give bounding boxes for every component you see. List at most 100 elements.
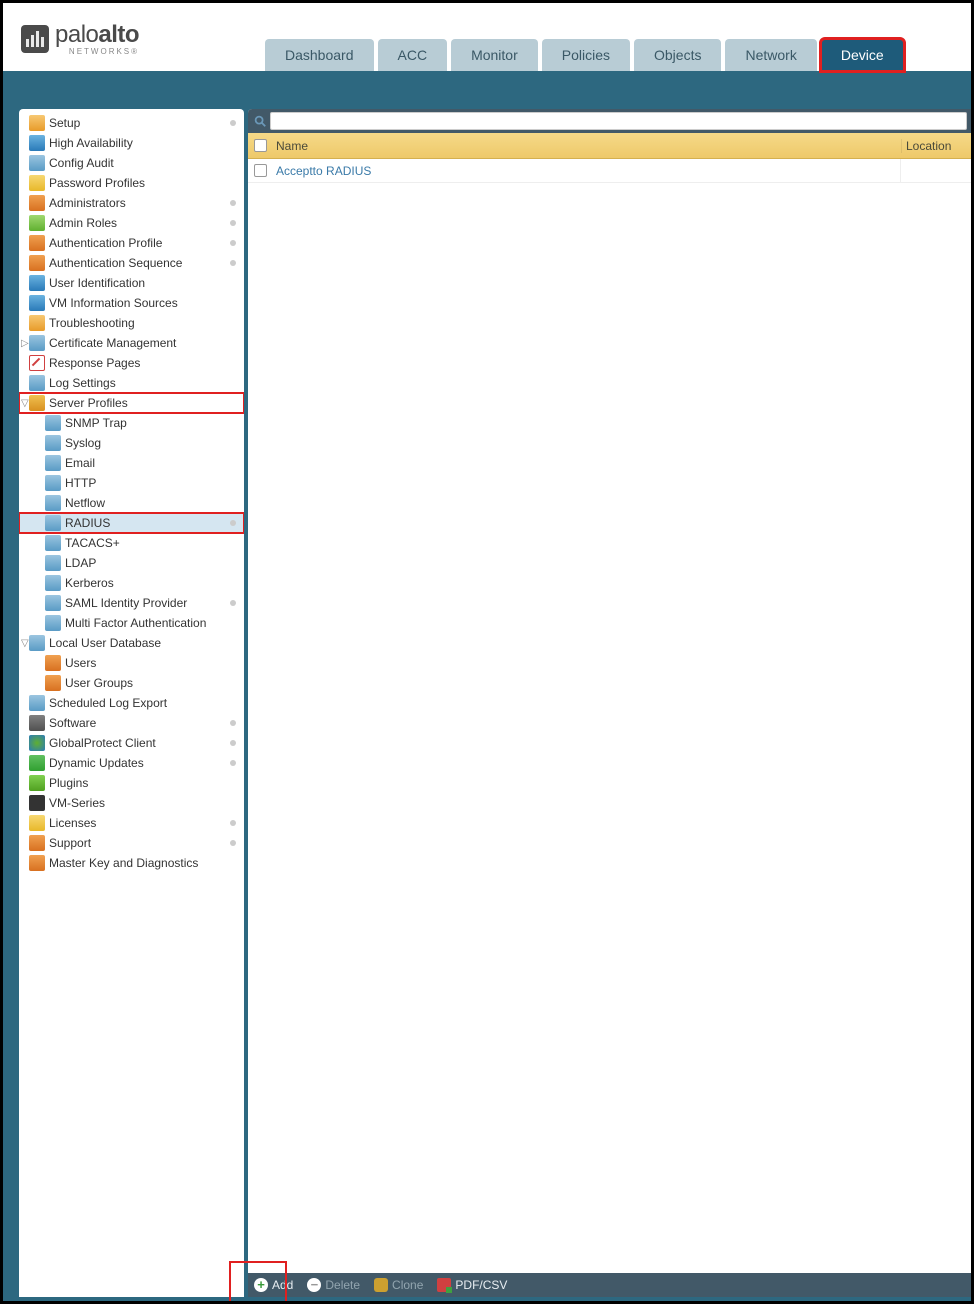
status-dot-icon xyxy=(230,240,236,246)
nav-item-admin-roles[interactable]: Admin Roles xyxy=(19,213,244,233)
column-header-location[interactable]: Location xyxy=(901,139,971,153)
nav-item-config-audit[interactable]: Config Audit xyxy=(19,153,244,173)
pdf-csv-label: PDF/CSV xyxy=(455,1278,507,1292)
nav-item-label: Server Profiles xyxy=(49,396,238,410)
column-header-name[interactable]: Name xyxy=(272,139,901,153)
clone-button[interactable]: Clone xyxy=(372,1277,425,1293)
server-icon xyxy=(29,395,45,411)
select-all-checkbox[interactable] xyxy=(254,139,267,152)
nav-item-saml-identity-provider[interactable]: SAML Identity Provider xyxy=(19,593,244,613)
nav-item-support[interactable]: Support xyxy=(19,833,244,853)
tab-policies[interactable]: Policies xyxy=(542,39,630,71)
nav-item-vm-information-sources[interactable]: VM Information Sources xyxy=(19,293,244,313)
auth-icon xyxy=(29,235,45,251)
nav-item-troubleshooting[interactable]: Troubleshooting xyxy=(19,313,244,333)
nav-item-server-profiles[interactable]: ▽ Server Profiles xyxy=(19,393,244,413)
delete-button[interactable]: Delete xyxy=(305,1277,362,1293)
sub-icon xyxy=(45,575,61,591)
soft-icon xyxy=(29,715,45,731)
nav-item-label: Master Key and Diagnostics xyxy=(49,856,238,870)
nav-item-kerberos[interactable]: Kerberos xyxy=(19,573,244,593)
users2-icon xyxy=(45,675,61,691)
nav-item-email[interactable]: Email xyxy=(19,453,244,473)
nav-item-high-availability[interactable]: High Availability xyxy=(19,133,244,153)
tab-device[interactable]: Device xyxy=(821,39,904,71)
db-icon xyxy=(29,635,45,651)
nav-item-scheduled-log-export[interactable]: Scheduled Log Export xyxy=(19,693,244,713)
pdf-csv-button[interactable]: PDF/CSV xyxy=(435,1277,509,1293)
nav-item-certificate-management[interactable]: ▷Certificate Management xyxy=(19,333,244,353)
header-checkbox-cell[interactable] xyxy=(248,139,272,152)
nav-item-password-profiles[interactable]: Password Profiles xyxy=(19,173,244,193)
sub-icon xyxy=(45,475,61,491)
nav-item-response-pages[interactable]: Response Pages xyxy=(19,353,244,373)
nav-item-label: Users xyxy=(65,656,238,670)
status-dot-icon xyxy=(230,120,236,126)
nav-item-label: Password Profiles xyxy=(49,176,238,190)
nav-item-label: VM Information Sources xyxy=(49,296,238,310)
tab-network[interactable]: Network xyxy=(725,39,816,71)
nav-item-authentication-profile[interactable]: Authentication Profile xyxy=(19,233,244,253)
add-button[interactable]: Add xyxy=(252,1277,295,1293)
nav-item-licenses[interactable]: Licenses xyxy=(19,813,244,833)
sched-icon xyxy=(29,695,45,711)
tab-acc[interactable]: ACC xyxy=(378,39,448,71)
nav-item-multi-factor-authentication[interactable]: Multi Factor Authentication xyxy=(19,613,244,633)
nav-item-label: Troubleshooting xyxy=(49,316,238,330)
globe-icon xyxy=(29,735,45,751)
nav-item-dynamic-updates[interactable]: Dynamic Updates xyxy=(19,753,244,773)
table-row[interactable]: Acceptto RADIUS xyxy=(248,159,971,183)
vm-icon xyxy=(29,295,45,311)
nav-item-label: Dynamic Updates xyxy=(49,756,238,770)
nav-item-vm-series[interactable]: VM-Series xyxy=(19,793,244,813)
nav-item-setup[interactable]: Setup xyxy=(19,113,244,133)
search-input[interactable] xyxy=(270,112,967,130)
nav-item-master-key-and-diagnostics[interactable]: Master Key and Diagnostics xyxy=(19,853,244,873)
row-checkbox[interactable] xyxy=(254,164,267,177)
nav-item-user-groups[interactable]: User Groups xyxy=(19,673,244,693)
trouble-icon xyxy=(29,315,45,331)
nav-item-netflow[interactable]: Netflow xyxy=(19,493,244,513)
status-dot-icon xyxy=(230,820,236,826)
expand-icon[interactable]: ▷ xyxy=(21,338,29,349)
expand-icon[interactable]: ▽ xyxy=(21,638,29,649)
row-checkbox-cell[interactable] xyxy=(248,164,272,177)
nav-item-radius[interactable]: RADIUS xyxy=(19,513,244,533)
nav-item-user-identification[interactable]: User Identification xyxy=(19,273,244,293)
nav-item-label: SNMP Trap xyxy=(65,416,238,430)
nav-item-http[interactable]: HTTP xyxy=(19,473,244,493)
nav-item-ldap[interactable]: LDAP xyxy=(19,553,244,573)
tab-dashboard[interactable]: Dashboard xyxy=(265,39,374,71)
sub-icon xyxy=(45,535,61,551)
nav-tree: Setup High AvailabilityConfig Audit Passwo… xyxy=(19,109,244,877)
seq-icon xyxy=(29,255,45,271)
tab-objects[interactable]: Objects xyxy=(634,39,721,71)
nav-item-label: User Groups xyxy=(65,676,238,690)
nav-item-snmp-trap[interactable]: SNMP Trap xyxy=(19,413,244,433)
row-name-link[interactable]: Acceptto RADIUS xyxy=(272,159,901,182)
tab-monitor[interactable]: Monitor xyxy=(451,39,538,71)
nav-item-label: Setup xyxy=(49,116,238,130)
nav-item-administrators[interactable]: Administrators xyxy=(19,193,244,213)
nav-item-log-settings[interactable]: Log Settings xyxy=(19,373,244,393)
sub-icon xyxy=(45,555,61,571)
status-dot-icon xyxy=(230,220,236,226)
search-bar xyxy=(248,109,971,133)
nav-item-syslog[interactable]: Syslog xyxy=(19,433,244,453)
nav-item-users[interactable]: Users xyxy=(19,653,244,673)
nav-item-plugins[interactable]: Plugins xyxy=(19,773,244,793)
delete-icon xyxy=(307,1278,321,1292)
data-grid: Name Location Acceptto RADIUS xyxy=(248,133,971,1273)
app-window: paloalto NETWORKS® DashboardACCMonitorPo… xyxy=(0,0,974,1304)
expand-icon[interactable]: ▽ xyxy=(21,398,29,409)
sub-icon xyxy=(45,435,61,451)
nav-item-tacacs-[interactable]: TACACS+ xyxy=(19,533,244,553)
nav-item-globalprotect-client[interactable]: GlobalProtect Client xyxy=(19,733,244,753)
ha-icon xyxy=(29,135,45,151)
add-label: Add xyxy=(272,1278,293,1292)
nav-item-authentication-sequence[interactable]: Authentication Sequence xyxy=(19,253,244,273)
nav-item-local-user-database[interactable]: ▽Local User Database xyxy=(19,633,244,653)
status-dot-icon xyxy=(230,740,236,746)
vms-icon xyxy=(29,795,45,811)
nav-item-software[interactable]: Software xyxy=(19,713,244,733)
